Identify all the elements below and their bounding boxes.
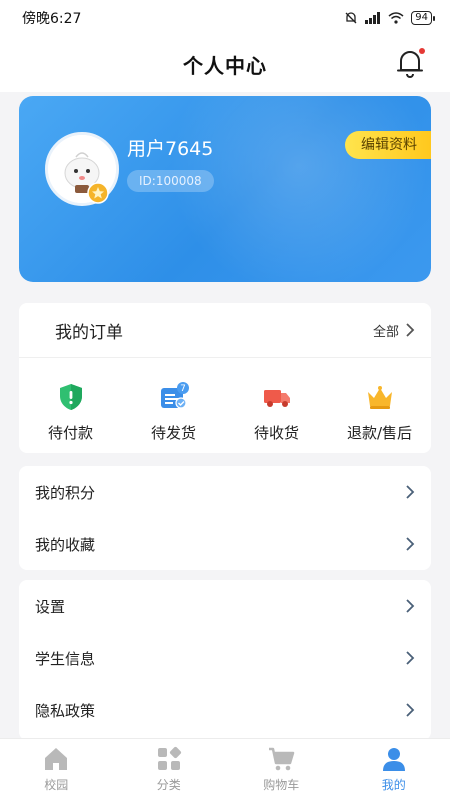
order-label: 退款/售后 bbox=[347, 422, 412, 443]
chevron-right-icon bbox=[405, 651, 415, 665]
nav-bar: 个人中心 bbox=[0, 36, 450, 92]
menu-item-privacy[interactable]: 隐私政策 bbox=[19, 684, 431, 736]
menu-item-label: 隐私政策 bbox=[35, 700, 95, 721]
crown-icon bbox=[365, 382, 395, 412]
status-icons: 94 bbox=[344, 11, 432, 25]
order-label: 待收货 bbox=[254, 422, 299, 443]
username: 用户7645 bbox=[127, 134, 213, 161]
cart-icon bbox=[267, 745, 295, 773]
order-refund-aftersale[interactable]: 退款/售后 bbox=[332, 382, 428, 443]
user-icon bbox=[380, 745, 408, 773]
wifi-icon bbox=[388, 12, 404, 24]
menu-card-settings: 设置 学生信息 隐私政策 bbox=[19, 580, 431, 740]
orders-all-link[interactable]: 全部 bbox=[373, 321, 415, 340]
tab-label: 我的 bbox=[382, 776, 406, 793]
status-time: 傍晚6:27 bbox=[22, 8, 81, 28]
orders-card: 我的订单 全部 待付款 7 bbox=[19, 303, 431, 453]
notification-dot bbox=[419, 48, 425, 54]
calendar-ship-icon: 7 bbox=[159, 382, 189, 412]
menu-item-student-info[interactable]: 学生信息 bbox=[19, 632, 431, 684]
tab-campus[interactable]: 校园 bbox=[0, 739, 113, 801]
bottom-tab-bar: 校园 分类 购物车 我的 bbox=[0, 738, 450, 801]
orders-title: 我的订单 bbox=[55, 318, 123, 343]
edit-profile-button[interactable]: 编辑资料 bbox=[345, 131, 431, 159]
notification-bell-button[interactable] bbox=[396, 48, 424, 78]
chevron-right-icon bbox=[405, 323, 415, 337]
menu-item-label: 学生信息 bbox=[35, 648, 95, 669]
order-pending-shipment[interactable]: 7 待发货 bbox=[126, 382, 222, 443]
battery-icon: 94 bbox=[411, 11, 432, 25]
menu-item-settings[interactable]: 设置 bbox=[19, 580, 431, 632]
menu-item-points[interactable]: 我的积分 bbox=[19, 466, 431, 518]
page-title: 个人中心 bbox=[183, 50, 267, 79]
signal-icon bbox=[365, 12, 381, 24]
order-label: 待付款 bbox=[48, 422, 93, 443]
user-id-badge: ID:100008 bbox=[127, 170, 214, 192]
menu-card-points: 我的积分 我的收藏 bbox=[19, 466, 431, 570]
shield-pay-icon bbox=[56, 382, 86, 412]
order-pending-payment[interactable]: 待付款 bbox=[23, 382, 119, 443]
tab-cart[interactable]: 购物车 bbox=[225, 739, 338, 801]
chevron-right-icon bbox=[405, 703, 415, 717]
order-pending-receipt[interactable]: 待收货 bbox=[229, 382, 325, 443]
chevron-right-icon bbox=[405, 599, 415, 613]
home-icon bbox=[42, 745, 70, 773]
medal-icon bbox=[87, 182, 109, 204]
category-icon bbox=[155, 745, 183, 773]
order-label: 待发货 bbox=[151, 422, 196, 443]
orders-header: 我的订单 全部 bbox=[19, 303, 431, 358]
shipment-badge-count: 7 bbox=[180, 384, 186, 394]
profile-card: 用户7645 ID:100008 编辑资料 bbox=[19, 96, 431, 282]
tab-category[interactable]: 分类 bbox=[113, 739, 226, 801]
tab-label: 校园 bbox=[44, 776, 68, 793]
tab-label: 购物车 bbox=[263, 776, 299, 793]
menu-item-favorites[interactable]: 我的收藏 bbox=[19, 518, 431, 570]
orders-all-label: 全部 bbox=[373, 321, 399, 340]
menu-item-label: 我的收藏 bbox=[35, 534, 95, 555]
menu-item-label: 我的积分 bbox=[35, 482, 95, 503]
mute-bell-icon bbox=[344, 11, 358, 25]
chevron-right-icon bbox=[405, 537, 415, 551]
tab-label: 分类 bbox=[157, 776, 181, 793]
chevron-right-icon bbox=[405, 485, 415, 499]
menu-item-label: 设置 bbox=[35, 596, 65, 617]
tab-mine[interactable]: 我的 bbox=[338, 739, 450, 801]
truck-icon bbox=[262, 382, 292, 412]
status-bar: 傍晚6:27 94 bbox=[0, 0, 450, 36]
